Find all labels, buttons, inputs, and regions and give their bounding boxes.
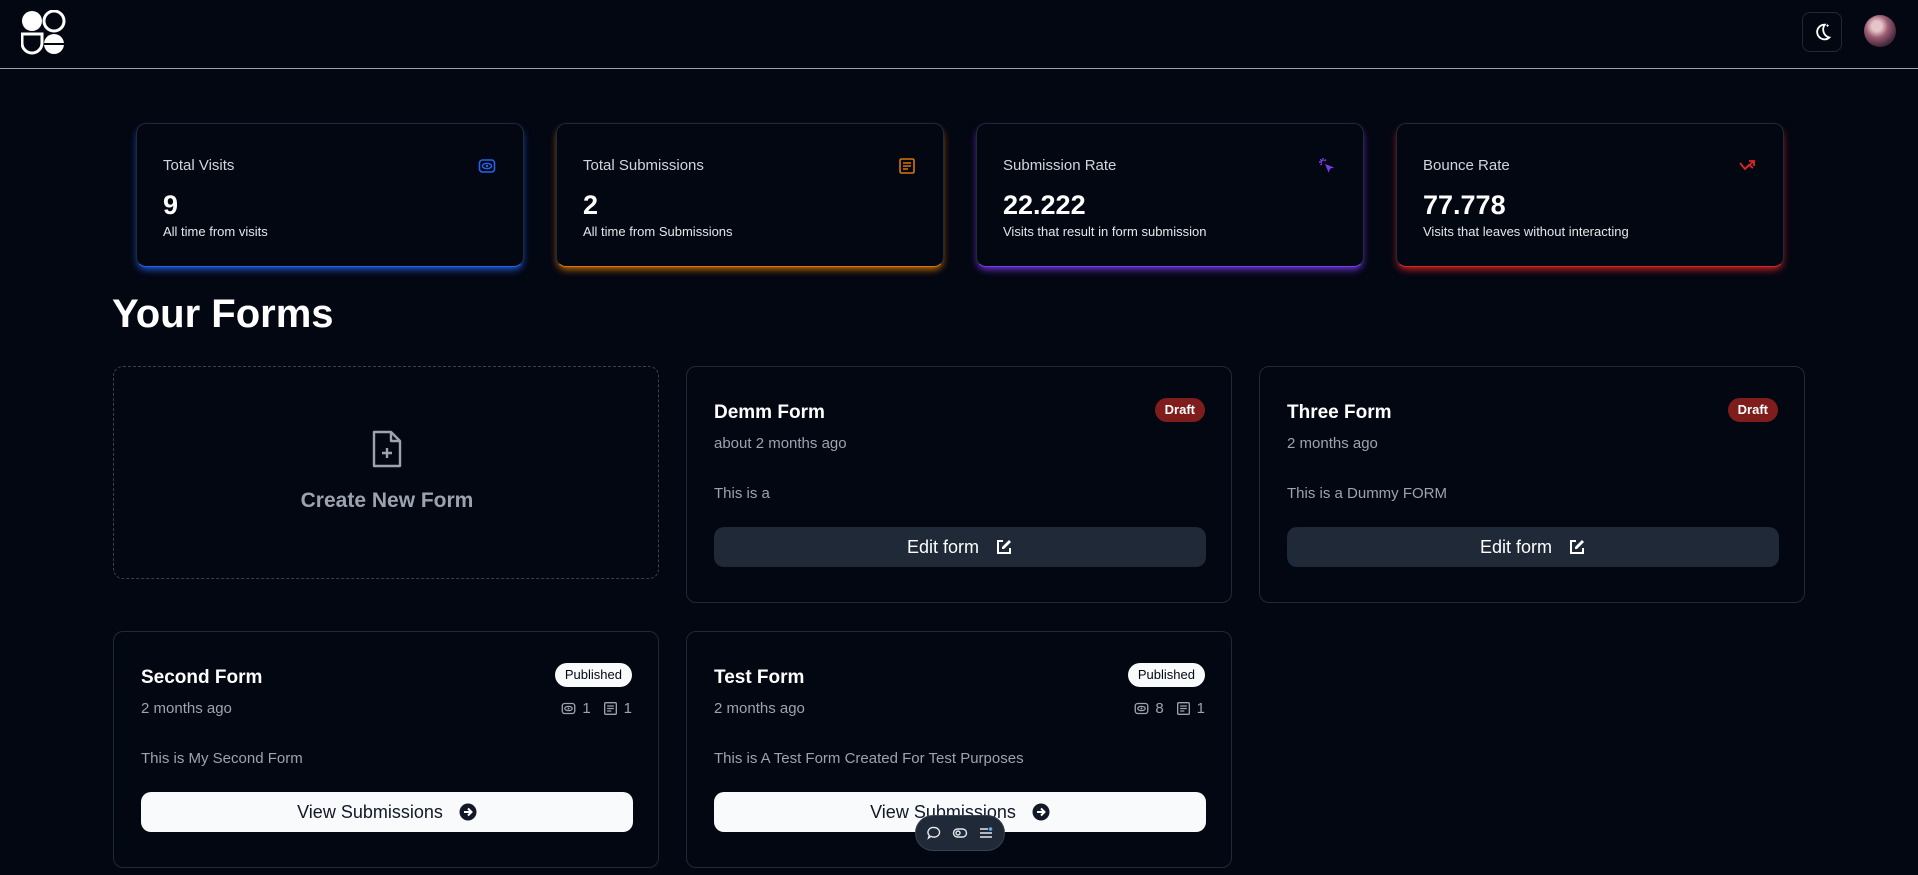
stat-value: 22.222	[1003, 190, 1086, 220]
edit-form-button[interactable]: Edit form	[714, 527, 1206, 567]
top-navbar	[0, 0, 1918, 69]
stat-helper-text: Visits that result in form submission	[1003, 224, 1207, 239]
stat-helper-text: All time from Submissions	[583, 224, 733, 239]
status-badge: Published	[1127, 663, 1205, 687]
view-submissions-label: View Submissions	[297, 801, 443, 822]
stat-title: Submission Rate	[1003, 157, 1117, 174]
status-badge: Draft	[1154, 398, 1205, 422]
form-card: Demm Form Draft about 2 months ago This …	[686, 366, 1232, 603]
section-title: Your Forms	[112, 292, 334, 336]
stat-card-bounce-rate: Bounce Rate 77.778 Visits that leaves wi…	[1396, 123, 1784, 267]
edit-icon	[997, 540, 1012, 554]
form-created-time: 2 months ago	[1287, 435, 1378, 452]
bounce-arrow-icon	[1739, 160, 1755, 171]
form-created-time: 2 months ago	[141, 700, 232, 717]
stat-title: Total Visits	[163, 157, 235, 174]
visits-count: 1	[582, 700, 591, 717]
user-avatar[interactable]	[1864, 15, 1896, 47]
stat-helper-text: Visits that leaves without interacting	[1423, 224, 1629, 239]
form-card: Three Form Draft 2 months ago This is a …	[1259, 366, 1805, 603]
submissions-icon	[603, 702, 617, 715]
visits-count: 8	[1155, 700, 1164, 717]
moon-icon	[1816, 23, 1832, 41]
comment-icon[interactable]	[926, 825, 942, 841]
app-logo[interactable]	[21, 10, 67, 56]
form-name: Three Form	[1287, 402, 1392, 423]
form-created-time: about 2 months ago	[714, 435, 847, 452]
form-description: This is a Dummy FORM	[1287, 485, 1448, 502]
form-card: Second Form Published 2 months ago 1 1 T…	[113, 631, 659, 868]
stat-title: Total Submissions	[583, 157, 704, 174]
form-name: Test Form	[714, 667, 805, 688]
form-description: This is a	[714, 485, 770, 502]
stat-value: 77.778	[1423, 190, 1506, 220]
file-plus-icon	[372, 430, 402, 468]
cursor-click-icon	[1319, 158, 1334, 173]
form-description: This is A Test Form Created For Test Pur…	[714, 750, 1024, 767]
submissions-count: 1	[1196, 700, 1205, 717]
floating-toolbar	[915, 815, 1005, 851]
edit-form-label: Edit form	[906, 536, 980, 557]
edit-form-label: Edit form	[1479, 536, 1553, 557]
settings-list-icon[interactable]	[978, 825, 994, 841]
create-new-form-button[interactable]: Create New Form	[113, 366, 659, 579]
stat-card-total-visits: Total Visits 9 All time from visits	[136, 123, 524, 267]
submissions-count: 1	[623, 700, 632, 717]
submissions-icon	[1176, 702, 1190, 715]
submissions-icon	[899, 158, 915, 174]
form-name: Second Form	[141, 667, 263, 688]
edit-icon	[1570, 540, 1585, 554]
form-created-time: 2 months ago	[714, 700, 805, 717]
stat-value: 2	[583, 190, 599, 220]
eye-icon	[561, 702, 576, 715]
form-stats: 1 1	[561, 700, 632, 717]
arrow-right-circle-icon	[1032, 803, 1050, 821]
stat-card-submission-rate: Submission Rate 22.222 Visits that resul…	[976, 123, 1364, 267]
create-new-form-label: Create New Form	[300, 489, 474, 512]
form-stats: 8 1	[1134, 700, 1205, 717]
view-submissions-button[interactable]: View Submissions	[141, 792, 633, 832]
form-description: This is My Second Form	[141, 750, 303, 767]
edit-form-button[interactable]: Edit form	[1287, 527, 1779, 567]
arrow-right-circle-icon	[459, 803, 477, 821]
status-badge: Published	[554, 663, 632, 687]
stat-helper-text: All time from visits	[163, 224, 268, 239]
eye-icon	[1134, 702, 1149, 715]
stat-title: Bounce Rate	[1423, 157, 1510, 174]
theme-toggle-button[interactable]	[1802, 12, 1842, 52]
form-name: Demm Form	[714, 402, 825, 423]
eye-icon	[478, 159, 496, 173]
stat-value: 9	[163, 190, 179, 220]
toggle-icon[interactable]	[952, 825, 968, 841]
status-badge: Draft	[1727, 398, 1778, 422]
stat-card-total-submissions: Total Submissions 2 All time from Submis…	[556, 123, 944, 267]
